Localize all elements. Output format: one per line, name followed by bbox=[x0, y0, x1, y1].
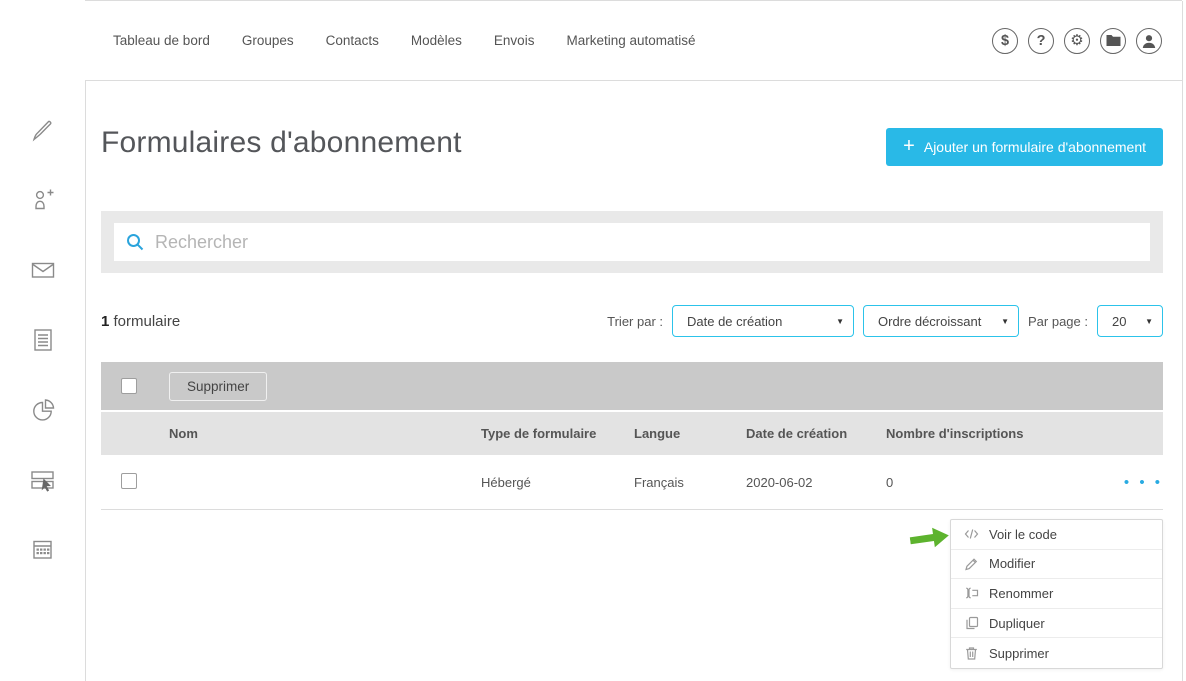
nav-marketing-automatise[interactable]: Marketing automatisé bbox=[566, 33, 695, 48]
folder-icon[interactable] bbox=[1100, 28, 1126, 54]
menu-item-label: Voir le code bbox=[989, 527, 1057, 542]
menu-item-dupliquer[interactable]: Dupliquer bbox=[951, 609, 1162, 639]
sort-order-value: Ordre décroissant bbox=[878, 314, 981, 329]
menu-item-label: Renommer bbox=[989, 586, 1053, 601]
sort-by-label: Trier par : bbox=[607, 314, 663, 329]
search-strip bbox=[101, 211, 1163, 273]
email-icon[interactable] bbox=[29, 256, 56, 283]
menu-item-label: Dupliquer bbox=[989, 616, 1045, 631]
delete-selected-button[interactable]: Supprimer bbox=[169, 372, 267, 401]
chevron-down-icon: ▼ bbox=[836, 317, 844, 326]
duplicate-icon bbox=[964, 616, 979, 630]
help-glyph: ? bbox=[1037, 33, 1046, 49]
per-page-label: Par page : bbox=[1028, 314, 1088, 329]
row-checkbox-cell bbox=[121, 473, 169, 492]
search-icon bbox=[126, 233, 144, 251]
menu-item-label: Supprimer bbox=[989, 646, 1049, 661]
menu-item-label: Modifier bbox=[989, 556, 1035, 571]
search-input[interactable] bbox=[155, 232, 1138, 253]
menu-item-voir-le-code[interactable]: Voir le code bbox=[951, 520, 1162, 550]
row-actions-ellipsis-icon[interactable]: • • • bbox=[1123, 474, 1163, 491]
add-form-button[interactable]: + Ajouter un formulaire d'abonnement bbox=[886, 128, 1163, 166]
code-icon bbox=[964, 527, 979, 541]
menu-item-modifier[interactable]: Modifier bbox=[951, 550, 1162, 580]
column-header-langue: Langue bbox=[634, 426, 746, 441]
cell-type: Hébergé bbox=[481, 475, 634, 490]
compose-icon[interactable] bbox=[29, 116, 56, 143]
top-navigation: Tableau de bord Groupes Contacts Modèles… bbox=[85, 0, 1182, 81]
calendar-icon[interactable] bbox=[29, 536, 56, 563]
templates-icon[interactable] bbox=[29, 326, 56, 353]
plus-icon: + bbox=[903, 136, 915, 156]
add-contact-icon[interactable] bbox=[29, 186, 56, 213]
main-nav: Tableau de bord Groupes Contacts Modèles… bbox=[113, 33, 696, 48]
nav-envois[interactable]: Envois bbox=[494, 33, 535, 48]
cell-date: 2020-06-02 bbox=[746, 475, 886, 490]
cell-langue: Français bbox=[634, 475, 746, 490]
table-header-row: Nom Type de formulaire Langue Date de cr… bbox=[101, 412, 1163, 455]
subscription-forms-icon[interactable] bbox=[29, 466, 56, 493]
list-meta-row: 1 formulaire Trier par : Date de créatio… bbox=[101, 304, 1163, 338]
per-page-select[interactable]: 20 ▼ bbox=[1097, 305, 1163, 337]
statistics-icon[interactable] bbox=[29, 396, 56, 423]
nav-tableau-de-bord[interactable]: Tableau de bord bbox=[113, 33, 210, 48]
pencil-icon bbox=[964, 557, 979, 571]
topbar-icons: $ ? ⚙ bbox=[992, 28, 1162, 54]
search-box bbox=[114, 223, 1150, 261]
form-count: 1 formulaire bbox=[101, 313, 180, 330]
row-context-menu: Voir le code Modifier Renommer Dupliquer… bbox=[950, 519, 1163, 669]
row-checkbox[interactable] bbox=[121, 473, 137, 489]
help-icon[interactable]: ? bbox=[1028, 28, 1054, 54]
sort-order-select[interactable]: Ordre décroissant ▼ bbox=[863, 305, 1019, 337]
billing-icon[interactable]: $ bbox=[992, 28, 1018, 54]
add-form-button-label: Ajouter un formulaire d'abonnement bbox=[924, 139, 1146, 155]
cell-inscriptions: 0 bbox=[886, 475, 1123, 490]
nav-contacts[interactable]: Contacts bbox=[326, 33, 379, 48]
settings-gear-icon[interactable]: ⚙ bbox=[1064, 28, 1090, 54]
title-row: Formulaires d'abonnement + Ajouter un fo… bbox=[101, 126, 1163, 186]
column-header-type: Type de formulaire bbox=[481, 426, 634, 441]
sort-by-select[interactable]: Date de création ▼ bbox=[672, 305, 854, 337]
chevron-down-icon: ▼ bbox=[1145, 317, 1153, 326]
table-row: Hébergé Français 2020-06-02 0 • • • bbox=[101, 455, 1163, 510]
select-all-checkbox[interactable] bbox=[121, 378, 137, 394]
nav-modeles[interactable]: Modèles bbox=[411, 33, 462, 48]
sort-by-value: Date de création bbox=[687, 314, 782, 329]
account-avatar-icon[interactable] bbox=[1136, 28, 1162, 54]
menu-item-renommer[interactable]: Renommer bbox=[951, 579, 1162, 609]
chevron-down-icon: ▼ bbox=[1001, 317, 1009, 326]
nav-groupes[interactable]: Groupes bbox=[242, 33, 294, 48]
table-toolbar: Supprimer bbox=[101, 362, 1163, 410]
page-right-border bbox=[1182, 1, 1183, 681]
sort-controls: Trier par : Date de création ▼ Ordre déc… bbox=[607, 305, 1163, 337]
forms-table: Supprimer Nom Type de formulaire Langue … bbox=[101, 362, 1163, 510]
billing-glyph: $ bbox=[1001, 33, 1009, 49]
per-page-value: 20 bbox=[1112, 314, 1126, 329]
column-header-date: Date de création bbox=[746, 426, 886, 441]
trash-icon bbox=[964, 646, 979, 660]
form-count-label: formulaire bbox=[109, 313, 180, 330]
menu-item-supprimer[interactable]: Supprimer bbox=[951, 638, 1162, 668]
gear-glyph: ⚙ bbox=[1070, 33, 1083, 48]
column-header-nom: Nom bbox=[169, 426, 481, 441]
sidebar bbox=[0, 0, 85, 681]
column-header-inscriptions: Nombre d'inscriptions bbox=[886, 426, 1123, 441]
rename-cursor-icon bbox=[964, 586, 979, 600]
